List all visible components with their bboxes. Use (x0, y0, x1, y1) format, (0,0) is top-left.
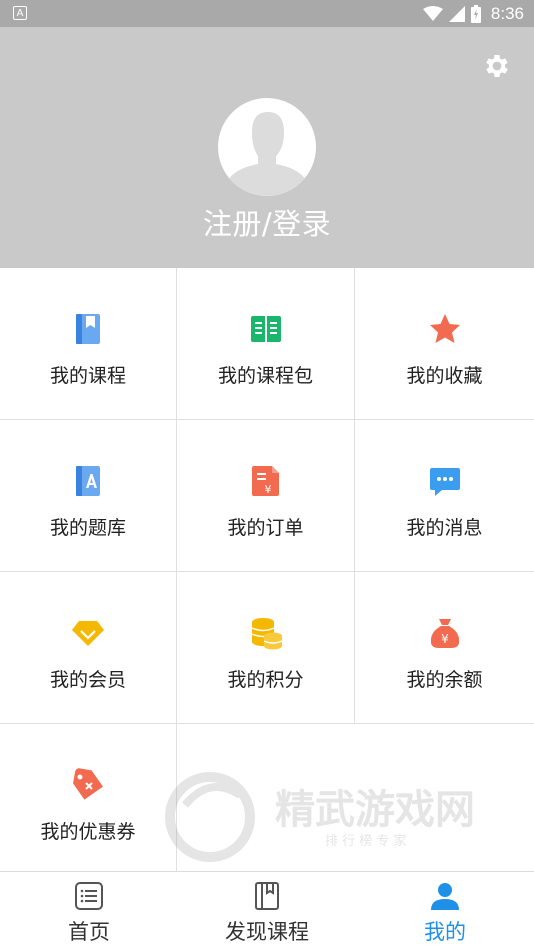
book-icon (76, 314, 100, 344)
status-icons: 8:36 (422, 2, 524, 25)
bottom-tab-bar: 首页 发现课程 我的 (0, 871, 534, 950)
tab-discover-courses[interactable]: 发现课程 (178, 872, 356, 951)
wifi-icon (422, 5, 443, 21)
tab-label: 首页 (68, 920, 110, 944)
tab-mine[interactable]: 我的 (356, 872, 534, 951)
app-notification-icon: A (13, 6, 27, 20)
open-book-icon (250, 316, 281, 342)
battery-icon (470, 4, 481, 23)
menu-label: 我的题库 (49, 517, 126, 539)
svg-text:¥: ¥ (441, 632, 449, 646)
order-icon: ¥ (251, 466, 279, 496)
menu-label: 我的课程 (49, 365, 126, 387)
coupon-icon (73, 768, 103, 800)
menu-my-balance[interactable]: ¥ 我的余额 (355, 572, 534, 724)
menu-my-question-bank[interactable]: 我的题库 (0, 420, 177, 572)
coins-icon (251, 618, 282, 650)
message-icon (429, 468, 460, 496)
menu-label: 我的课程包 (217, 365, 313, 387)
menu-label: 我的余额 (406, 669, 483, 691)
menu-my-membership[interactable]: 我的会员 (0, 572, 177, 724)
tab-label: 发现课程 (225, 920, 309, 944)
tab-label: 我的 (424, 920, 466, 944)
menu-label: 我的消息 (406, 517, 483, 539)
gear-icon[interactable] (482, 51, 512, 81)
status-bar: A 8:36 (0, 0, 534, 27)
menu-my-coupons[interactable]: 我的优惠券 (0, 724, 177, 871)
menu-my-courses[interactable]: 我的课程 (0, 268, 177, 420)
money-bag-icon: ¥ (430, 619, 459, 648)
menu-label: 我的会员 (49, 669, 126, 691)
star-icon (429, 314, 460, 343)
menu-label: 我的订单 (227, 517, 304, 539)
vip-diamond-icon (72, 621, 104, 646)
menu-label: 我的收藏 (406, 365, 483, 387)
empty-grid-area (177, 724, 534, 871)
person-icon (431, 883, 459, 910)
menu-my-favorites[interactable]: 我的收藏 (355, 268, 534, 420)
profile-header: 注册/登录 (0, 27, 534, 268)
signal-icon (448, 5, 465, 22)
list-icon (75, 882, 103, 910)
avatar[interactable] (218, 98, 316, 196)
menu-my-messages[interactable]: 我的消息 (355, 420, 534, 572)
svg-text:¥: ¥ (264, 483, 271, 496)
bookmark-book-icon (255, 882, 279, 910)
user-avatar-icon (228, 112, 306, 196)
menu-my-course-packs[interactable]: 我的课程包 (177, 268, 355, 420)
menu-my-points[interactable]: 我的积分 (177, 572, 355, 724)
menu-label: 我的优惠券 (40, 821, 136, 843)
menu-label: 我的积分 (227, 669, 304, 691)
menu-my-orders[interactable]: ¥ 我的订单 (177, 420, 355, 572)
tab-home[interactable]: 首页 (0, 872, 178, 951)
clock: 8:36 (490, 3, 524, 23)
question-bank-icon (76, 466, 100, 496)
login-register-link[interactable]: 注册/登录 (0, 201, 534, 243)
